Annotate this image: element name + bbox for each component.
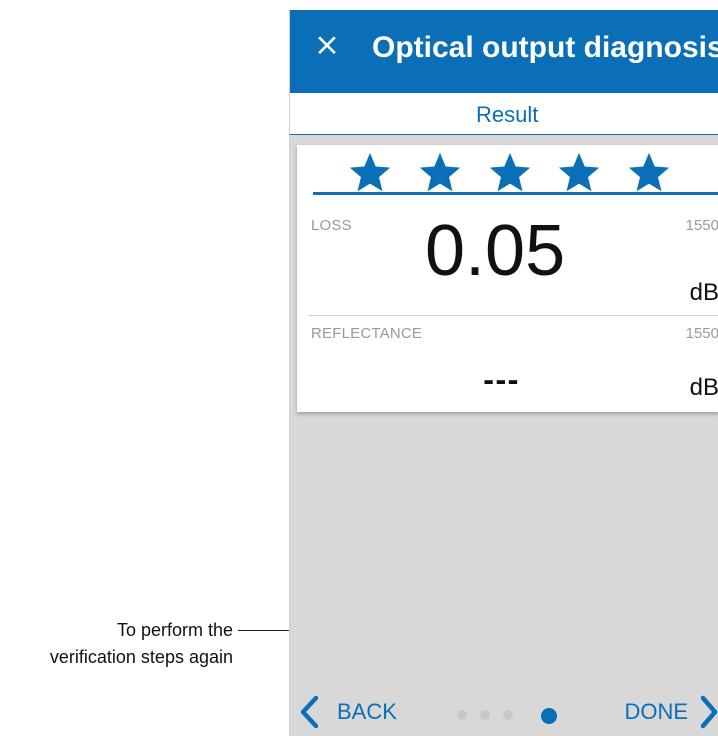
close-icon: × [314, 26, 340, 63]
loss-unit: dB [689, 279, 718, 306]
back-label: BACK [337, 699, 397, 724]
reflectance-label: REFLECTANCE [311, 325, 423, 342]
star-icon [628, 152, 670, 192]
app-header: × Optical output diagnosis [290, 10, 718, 93]
reflectance-wavelength: 1550 [685, 325, 718, 342]
star-icon [559, 152, 600, 192]
bottom-navigation: BACK DONE [290, 684, 718, 736]
result-tab-bar: Result [290, 93, 718, 135]
loss-wavelength: 1550 [685, 217, 718, 234]
device-screen: × Optical output diagnosis Result LOSS 1… [289, 10, 718, 736]
page-indicator [457, 708, 557, 724]
done-label: DONE [624, 699, 688, 724]
back-callout: To perform the verification steps again [0, 617, 233, 671]
loss-value: 0.05 [425, 211, 566, 291]
star-icon [489, 152, 530, 192]
callout-line-2: verification steps again [49, 647, 233, 667]
done-button[interactable]: DONE [624, 694, 718, 730]
star-icon [419, 152, 460, 192]
tab-result[interactable]: Result [476, 103, 538, 127]
result-card: LOSS 1550 0.05 dB REFLECTANCE 1550 --- d… [297, 145, 718, 412]
rating-stars [347, 150, 672, 196]
callout-line-1: To perform the [116, 620, 233, 640]
loss-label: LOSS [311, 217, 352, 234]
page-dot [503, 710, 513, 720]
back-button[interactable]: BACK [298, 694, 397, 730]
screenshot-page: To perform the verification steps again … [0, 0, 718, 736]
page-dot [457, 710, 467, 720]
reflectance-unit: dB [689, 374, 718, 401]
star-icon [349, 152, 391, 192]
active-page-dot [541, 708, 557, 724]
page-title: Optical output diagnosis [372, 31, 718, 64]
metric-divider [309, 315, 718, 316]
chevron-right-icon [700, 695, 718, 729]
reflectance-value: --- [483, 366, 520, 397]
page-dot [480, 710, 490, 720]
close-button[interactable]: × [310, 28, 344, 62]
chevron-left-icon [300, 695, 319, 729]
rating-divider [313, 192, 718, 195]
